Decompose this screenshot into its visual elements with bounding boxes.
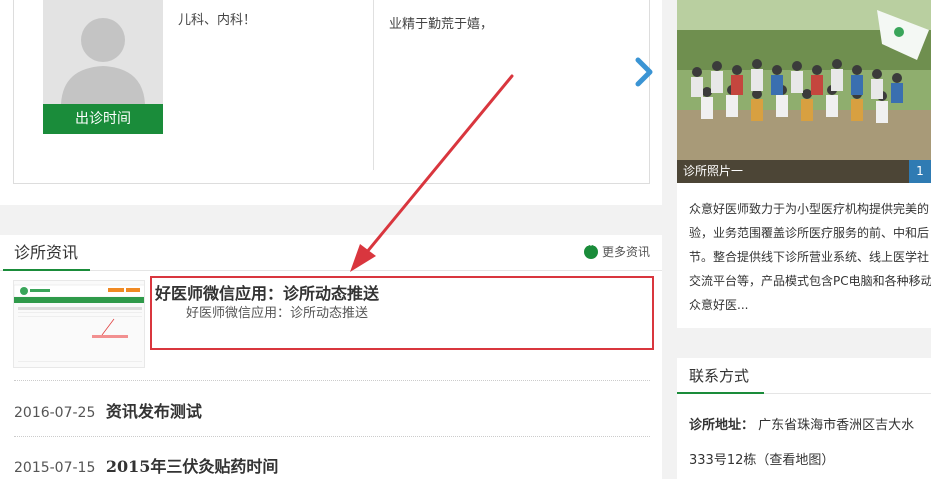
schedule-button[interactable]: 出诊时间 (43, 104, 163, 134)
doctor-department: 儿科、内科！ (178, 13, 257, 28)
photo-caption: 诊所照片一 (677, 160, 931, 183)
intro-line: 众意好医师致力于为小型医疗机构提供完美的 (689, 202, 930, 216)
news-divider (14, 436, 650, 437)
screenshot-thumbnail-icon (14, 281, 144, 367)
address-value: 广东省珠海市香洲区吉大水 (758, 418, 915, 433)
clinic-photo-gallery[interactable]: 诊所照片一 1 (677, 0, 931, 183)
address-label: 诊所地址： (689, 418, 755, 433)
news-thumbnail[interactable] (13, 280, 145, 368)
group-photo-image (677, 0, 931, 183)
news-date: 2015-07-15 (14, 460, 96, 476)
news-item[interactable]: 2016-07-25 资讯发布测试 (14, 398, 202, 422)
doctor-avatar (43, 0, 163, 104)
more-news-link[interactable]: 更多资讯 (584, 241, 651, 260)
news-panel: 诊所资讯 更多资讯 好医师微信应用：诊所动态推送 好医师微信应用：诊所动态推送 … (0, 235, 662, 479)
intro-line: 节。整合提供线下诊所营业系统、线上医学社 (689, 250, 930, 264)
chevron-right-icon[interactable] (634, 56, 654, 88)
news-item[interactable]: 2015-07-15 2015年三伏灸贴药时间 (14, 453, 278, 477)
doctor-panel: 出诊时间 儿科、内科！ 业精于勤荒于嬉， (0, 0, 662, 205)
clinic-intro-panel: 众意好医师致力于为小型医疗机构提供完美的 验，业务范围覆盖诊所医疗服务的前、中和… (677, 183, 931, 328)
news-title[interactable]: 资讯发布测试 (106, 402, 202, 421)
contact-panel: 联系方式 诊所地址： 广东省珠海市香洲区吉大水 333号12栋（查看地图） (677, 358, 931, 479)
clinic-intro-text: 众意好医师致力于为小型医疗机构提供完美的 验，业务范围覆盖诊所医疗服务的前、中和… (689, 197, 931, 317)
intro-line: 交流平台等，产品模式包含PC电脑和各种移动 (689, 274, 931, 288)
contact-address-line2[interactable]: 333号12栋（查看地图） (689, 449, 834, 468)
news-section-title: 诊所资讯 (3, 235, 90, 271)
more-icon (584, 241, 598, 259)
card-divider (373, 0, 374, 170)
avatar-placeholder-icon (43, 0, 163, 104)
photo-index-button[interactable]: 1 (909, 160, 931, 183)
news-header: 诊所资讯 更多资讯 (0, 235, 662, 271)
news-title[interactable]: 2015年三伏灸贴药时间 (106, 457, 279, 476)
doctor-bio: 业精于勤荒于嬉， (389, 17, 494, 32)
intro-line: 验，业务范围覆盖诊所医疗服务的前、中和后 (689, 226, 930, 240)
news-date: 2016-07-25 (14, 405, 96, 421)
contact-section-title: 联系方式 (677, 358, 764, 394)
contact-header: 联系方式 (677, 358, 931, 394)
more-news-label: 更多资讯 (602, 245, 651, 259)
news-divider (14, 380, 650, 381)
highlight-annotation-box (150, 276, 654, 350)
contact-address: 诊所地址： 广东省珠海市香洲区吉大水 (689, 414, 914, 433)
doctor-card: 出诊时间 儿科、内科！ 业精于勤荒于嬉， (13, 0, 653, 184)
intro-line: 众意好医... (689, 298, 749, 312)
